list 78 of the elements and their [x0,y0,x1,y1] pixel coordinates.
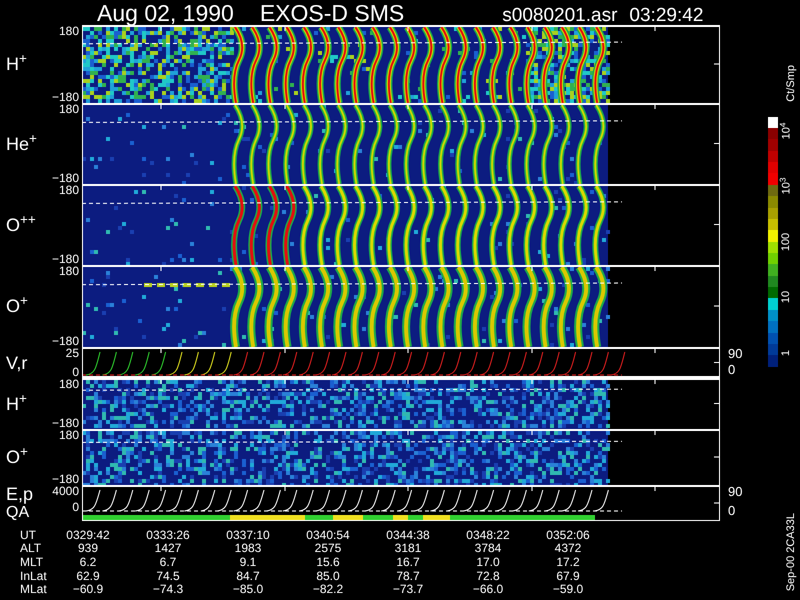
panel-label: V,r [6,354,28,372]
table-cell-text: 0337:10 [225,528,271,541]
table-cell-text: 0329:42 [65,528,111,541]
panel-label: He$^{+}$ [6,134,38,152]
table-cell-text: 0348:22 [465,528,511,541]
row-label: MLT [19,556,44,568]
table-cell-text: 74.5 [155,570,181,582]
axis-tick-label: 180 [58,103,79,115]
axis-tick-label: 90 [728,485,744,498]
table-cell-text: 0333:26 [145,528,191,541]
axis-tick-label: 0 [72,501,79,513]
table-cell-text: 939 [76,542,100,554]
table-cell-text: 67.9 [555,570,581,582]
table-cell-text: 1983 [234,542,262,554]
panel-label: O$^{+}$ [6,448,29,466]
table-cell-text: 16.7 [395,556,421,568]
table-cell-text: −85.0 [232,583,264,596]
table-cell-text: 62.9 [75,570,101,582]
axis-tick-label: 25 [66,347,79,359]
footer-code: Sep-00 2CA33L [786,512,796,591]
table-cell-text: 1427 [154,542,182,554]
plot-date: Aug 02, 1990 [97,2,234,25]
table-cell-text: 2575 [314,542,342,554]
panel-label: H$^{+}$ [6,55,28,73]
table-cell-text: −59.0 [552,583,584,596]
table-cell-text: 84.7 [235,570,261,582]
axis-tick-label: −180 [52,473,79,485]
table-cell-text: 17.0 [475,556,501,568]
row-label: ALT [19,542,42,554]
color-scale-unit: Ct/Smp [786,65,796,102]
table-cell-text: 0340:54 [305,528,351,541]
table-cell-text: 78.7 [395,570,421,582]
table-cell-text: 9.1 [238,556,258,568]
axis-tick-label: 180 [58,25,79,37]
color-scale-label: 100 [780,232,794,251]
panel-label: H$^{+}$ [6,394,28,412]
axis-tick-label: −180 [52,335,79,347]
axis-tick-label: 0 [728,363,736,376]
axis-tick-label: 4000 [52,485,79,497]
table-cell-text: 3784 [474,542,502,554]
color-scale-label: 1 [780,350,794,356]
table-cell-text: 72.8 [475,570,501,582]
axis-tick-label: 90 [728,347,744,360]
color-scale-label: 10 [780,291,794,304]
axis-tick-label: −180 [52,417,79,429]
axis-tick-label: −180 [52,91,79,103]
table-cell-text: 4372 [554,542,582,554]
table-cell-text: −60.9 [72,583,104,596]
start-time: 03:29:42 [629,6,704,25]
table-cell-text: −82.2 [312,583,344,596]
row-label: InLat [19,570,48,582]
table-cell-text: 6.7 [158,556,178,568]
plot-title: EXOS-D SMS [260,2,404,25]
row-label: MLat [19,583,48,596]
axis-tick-label: 180 [58,265,79,277]
panel-label: E,p [6,485,34,503]
axis-tick-label: 0 [728,504,736,517]
table-cell-text: 0352:06 [545,528,591,541]
table-cell-text: 6.2 [78,556,98,568]
table-cell-text: 0344:38 [385,528,431,541]
axis-tick-label: 180 [58,429,79,441]
axis-tick-label: 180 [58,378,79,390]
row-label: UT [19,528,37,541]
axis-tick-label: −180 [52,253,79,265]
table-cell-text: 3181 [394,542,422,554]
table-cell-text: 15.6 [315,556,341,568]
axis-tick-label: 180 [58,184,79,196]
table-cell-text: −66.0 [472,583,504,596]
axis-tick-label: −180 [52,172,79,184]
panel-label: QA [6,505,30,521]
table-cell-text: 85.0 [315,570,341,582]
table-cell-text: −74.3 [152,583,184,596]
table-cell-text: 17.2 [555,556,581,568]
panel-label: O$^{+}$ [6,297,29,315]
panel-label: O$^{++}$ [6,216,37,234]
axis-tick-label: 0 [72,366,79,378]
file-name: s0080201.asr [502,6,618,25]
table-cell-text: −73.7 [392,583,424,596]
